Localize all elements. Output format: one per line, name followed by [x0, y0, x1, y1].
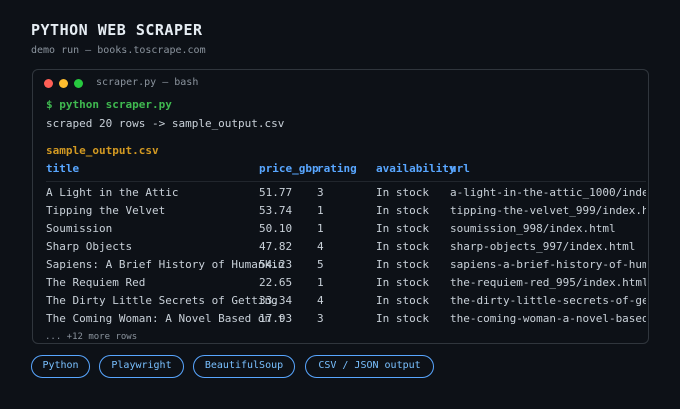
more-rows-note: ... +12 more rows: [45, 332, 138, 342]
header-divider: [46, 181, 646, 182]
column-header-availability: availability: [376, 162, 456, 175]
column-header-price: price_gbp: [259, 162, 319, 175]
cell-price: 22.65: [259, 276, 293, 289]
cell-url: sharp-objects_997/index.html: [450, 240, 636, 253]
minimize-window-icon[interactable]: [59, 79, 68, 88]
cell-url: tipping-the-velvet_999/index.h: [450, 204, 646, 217]
cell-rating: 4: [317, 294, 324, 307]
cell-title: Soumission: [46, 222, 113, 235]
cell-url: sapiens-a-brief-history-of-hum: [450, 258, 646, 271]
table-row: The Coming Woman: A Novel Based on t 17.…: [46, 312, 646, 330]
cell-availability: In stock: [376, 294, 429, 307]
table-row: The Dirty Little Secrets of Getting 33.3…: [46, 294, 646, 312]
page-title: PYTHON WEB SCRAPER: [31, 21, 203, 39]
cell-price: 33.34: [259, 294, 293, 307]
cell-availability: In stock: [376, 222, 429, 235]
cell-availability: In stock: [376, 240, 429, 253]
cell-rating: 1: [317, 222, 324, 235]
tag-python[interactable]: Python: [31, 355, 90, 378]
tag-beautifulsoup[interactable]: BeautifulSoup: [193, 355, 295, 378]
csv-table: title price_gbp rating availability url …: [46, 162, 646, 331]
terminal-title: scraper.py — bash: [96, 77, 199, 88]
cell-price: 50.10: [259, 222, 293, 235]
cell-title: A Light in the Attic: [46, 186, 179, 199]
cell-title: Tipping the Velvet: [46, 204, 166, 217]
cell-rating: 5: [317, 258, 324, 271]
cell-availability: In stock: [376, 258, 429, 271]
command-output: scraped 20 rows -> sample_output.csv: [46, 117, 285, 130]
table-row: Sapiens: A Brief History of Humankin 54.…: [46, 258, 646, 276]
close-window-icon[interactable]: [44, 79, 53, 88]
table-row: Soumission 50.10 1 In stock soumission_9…: [46, 222, 646, 240]
column-header-title: title: [46, 162, 80, 175]
cell-availability: In stock: [376, 312, 429, 325]
cell-rating: 1: [317, 204, 324, 217]
cell-price: 47.82: [259, 240, 293, 253]
cell-price: 51.77: [259, 186, 293, 199]
cell-rating: 3: [317, 186, 324, 199]
cell-rating: 4: [317, 240, 324, 253]
column-header-rating: rating: [317, 162, 357, 175]
maximize-window-icon[interactable]: [74, 79, 83, 88]
tag-csv-json-output[interactable]: CSV / JSON output: [305, 355, 434, 378]
cell-title: Sapiens: A Brief History of Humankin: [46, 258, 285, 271]
cell-price: 17.93: [259, 312, 293, 325]
cell-title: Sharp Objects: [46, 240, 133, 253]
page-subtitle: demo run — books.toscrape.com: [31, 45, 206, 56]
cell-availability: In stock: [376, 276, 429, 289]
cell-url: the-requiem-red_995/index.html: [450, 276, 646, 289]
terminal-window[interactable]: scraper.py — bash $ python scraper.py sc…: [32, 69, 649, 344]
terminal-titlebar: scraper.py — bash: [33, 70, 648, 96]
cell-url: the-coming-woman-a-novel-based: [450, 312, 646, 325]
cell-rating: 1: [317, 276, 324, 289]
column-header-url: url: [450, 162, 470, 175]
cell-price: 53.74: [259, 204, 293, 217]
cell-price: 54.23: [259, 258, 293, 271]
cell-rating: 3: [317, 312, 324, 325]
cell-title: The Requiem Red: [46, 276, 146, 289]
cell-url: soumission_998/index.html: [450, 222, 616, 235]
page: PYTHON WEB SCRAPER demo run — books.tosc…: [0, 0, 680, 409]
table-row: The Requiem Red 22.65 1 In stock the-req…: [46, 276, 646, 294]
cell-title: The Coming Woman: A Novel Based on t: [46, 312, 285, 325]
tag-playwright[interactable]: Playwright: [99, 355, 184, 378]
command-line: $ python scraper.py: [46, 98, 172, 111]
table-row: A Light in the Attic 51.77 3 In stock a-…: [46, 186, 646, 204]
table-row: Sharp Objects 47.82 4 In stock sharp-obj…: [46, 240, 646, 258]
table-header-row: title price_gbp rating availability url: [46, 162, 646, 180]
cell-availability: In stock: [376, 204, 429, 217]
file-label: sample_output.csv: [46, 144, 159, 157]
cell-url: the-dirty-little-secrets-of-ge: [450, 294, 646, 307]
cell-availability: In stock: [376, 186, 429, 199]
cell-url: a-light-in-the-attic_1000/inde: [450, 186, 646, 199]
table-row: Tipping the Velvet 53.74 1 In stock tipp…: [46, 204, 646, 222]
cell-title: The Dirty Little Secrets of Getting: [46, 294, 278, 307]
